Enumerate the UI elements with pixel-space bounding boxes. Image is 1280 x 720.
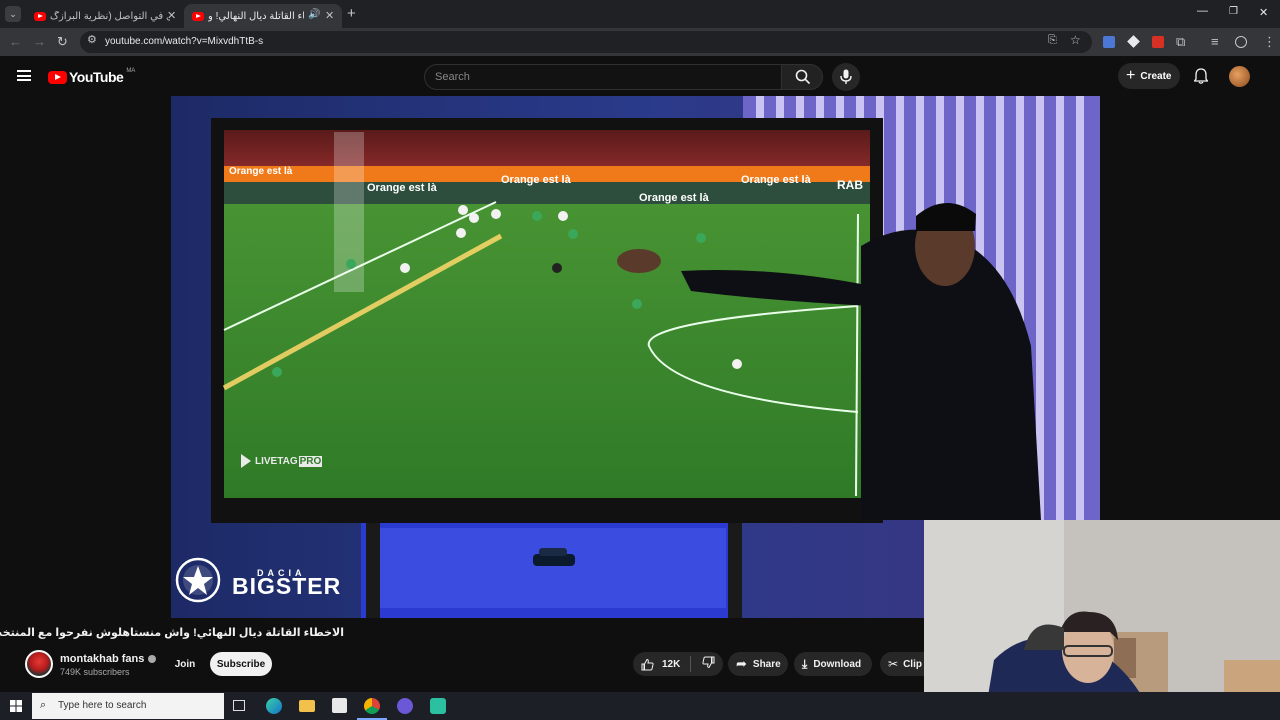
youtube-logo[interactable]: YouTube MA — [48, 68, 136, 85]
microphone-icon — [840, 69, 852, 84]
restore-button[interactable]: ❐ — [1229, 6, 1238, 17]
tab-close-icon[interactable]: ✕ — [325, 9, 334, 22]
extension-red-icon[interactable] — [1152, 36, 1164, 48]
guide-menu-icon[interactable] — [17, 70, 31, 81]
search-input[interactable]: Search — [424, 64, 782, 90]
chrome-menu-icon[interactable]: ⋮ — [1263, 35, 1276, 48]
file-explorer-icon[interactable] — [299, 700, 315, 712]
tab-search-button[interactable]: ⌄ — [5, 6, 21, 22]
subscribe-button[interactable]: Subscribe — [210, 652, 272, 676]
browser-tab[interactable]: مشكل في التواصل (نظرية البرازگ... ✕ — [26, 4, 184, 28]
profile-icon[interactable] — [1235, 36, 1247, 48]
download-icon: ⤓ — [802, 656, 808, 671]
webcam-feed — [924, 520, 1280, 720]
like-count: 12K — [662, 658, 681, 670]
channel-name-row[interactable]: montakhab fans — [60, 653, 157, 665]
youtube-favicon-icon — [192, 11, 204, 21]
windows-taskbar: ⌕ Type here to search — [0, 692, 1280, 720]
stadium-ad-text: Orange est là — [367, 182, 437, 194]
like-divider — [690, 656, 692, 672]
share-arrow-icon: ➦ — [736, 656, 747, 671]
taskbar-search-placeholder: Type here to search — [58, 700, 147, 711]
minimize-button[interactable]: — — [1197, 5, 1208, 17]
stadium-ad-text: Orange est là — [639, 192, 709, 204]
discord-icon[interactable] — [397, 698, 413, 714]
url-text: youtube.com/watch?v=MixvdhTtB-s — [105, 36, 264, 47]
voice-search-button[interactable] — [832, 63, 860, 91]
extension-diamond-icon[interactable] — [1127, 35, 1140, 48]
translate-extension-icon[interactable] — [1103, 36, 1115, 48]
browser-tab-active[interactable]: الاخطاء القاتلة ديال النهالي! و... 🔊 ✕ — [184, 4, 342, 28]
scissors-icon: ✂ — [888, 657, 899, 671]
sponsor-brand-big: BIGSTER — [232, 573, 342, 599]
app-icon-green[interactable] — [430, 698, 446, 714]
address-bar[interactable]: ⚙ youtube.com/watch?v=MixvdhTtB-s ⎘ ☆ — [80, 31, 1092, 53]
tab-close-icon[interactable]: ✕ — [167, 9, 176, 22]
task-view-icon[interactable] — [233, 700, 245, 711]
clip-button[interactable]: ✂ Clip — [880, 652, 924, 676]
search-placeholder: Search — [435, 71, 470, 83]
install-app-icon[interactable]: ⎘ — [1048, 35, 1057, 46]
tab-title: الاخطاء القاتلة ديال النهالي! و... — [208, 10, 304, 22]
audio-playing-icon[interactable]: 🔊 — [308, 9, 320, 20]
dislike-button[interactable] — [702, 656, 715, 672]
video-title: الاخطاء القاتلة ديال النهائي! واش منستاه… — [0, 627, 344, 639]
taskbar-search-icon: ⌕ — [40, 699, 47, 711]
create-label: Create — [1140, 70, 1172, 82]
browser-tab-strip: ⌄ مشكل في التواصل (نظرية البرازگ... ✕ ال… — [0, 0, 1280, 28]
youtube-play-icon — [48, 70, 67, 84]
search-button[interactable] — [781, 64, 823, 90]
youtube-favicon-icon — [34, 11, 46, 21]
stadium-ad-text: Orange est là — [741, 174, 811, 186]
verified-check-icon — [148, 655, 157, 663]
windows-start-icon[interactable] — [10, 700, 22, 712]
like-button[interactable]: 12K — [633, 652, 680, 676]
close-window-button[interactable]: ✕ — [1259, 6, 1268, 19]
edge-browser-icon[interactable] — [266, 698, 282, 714]
channel-avatar[interactable] — [25, 650, 53, 678]
join-button[interactable]: Join — [165, 652, 205, 676]
plus-icon: + — [1126, 67, 1136, 84]
new-tab-button[interactable]: + — [347, 5, 356, 22]
broadcast-watermark: LIVETAG PRO — [241, 454, 323, 468]
media-control-icon[interactable]: ≡ — [1211, 35, 1219, 48]
subscriber-count: 749K subscribers — [60, 667, 130, 677]
taskbar-search-input[interactable]: ⌕ Type here to search — [32, 693, 224, 719]
reload-icon[interactable]: ↻ — [57, 35, 68, 48]
notifications-bell-icon[interactable] — [1194, 68, 1208, 84]
youtube-wordmark: YouTube — [69, 69, 124, 85]
youtube-header: YouTube MA Search + Create — [0, 56, 1280, 96]
thumbs-down-icon — [702, 656, 715, 669]
stadium-ad-text: Orange est là — [501, 174, 571, 186]
stadium-ad-short: RAB — [837, 178, 863, 192]
play-triangle-icon — [241, 454, 251, 468]
extensions-puzzle-icon[interactable]: ⧉ — [1176, 35, 1185, 48]
create-button[interactable]: + Create — [1118, 63, 1180, 89]
browser-toolbar: ← → ↻ ⚙ youtube.com/watch?v=MixvdhTtB-s … — [0, 28, 1280, 56]
chrome-icon[interactable] — [364, 698, 380, 714]
webcam-overlay — [924, 520, 1280, 720]
store-icon[interactable] — [332, 698, 347, 713]
bookmark-star-icon[interactable]: ☆ — [1070, 34, 1081, 46]
tab-title: مشكل في التواصل (نظرية البرازگ... — [50, 10, 170, 22]
stadium-ad-text: Orange est là — [229, 166, 293, 177]
back-arrow-icon[interactable]: ← — [9, 35, 22, 48]
download-button[interactable]: ⤓ Download — [794, 652, 872, 676]
share-button[interactable]: ➦ Share — [728, 652, 788, 676]
channel-name[interactable]: montakhab fans — [60, 653, 144, 665]
search-icon — [795, 69, 811, 85]
forward-arrow-icon[interactable]: → — [33, 35, 46, 48]
thumbs-up-icon — [641, 658, 654, 670]
region-code: MA — [126, 68, 136, 74]
like-dislike-group: 12K — [633, 652, 723, 676]
account-avatar[interactable] — [1229, 66, 1250, 87]
site-info-icon[interactable]: ⚙ — [87, 35, 97, 46]
